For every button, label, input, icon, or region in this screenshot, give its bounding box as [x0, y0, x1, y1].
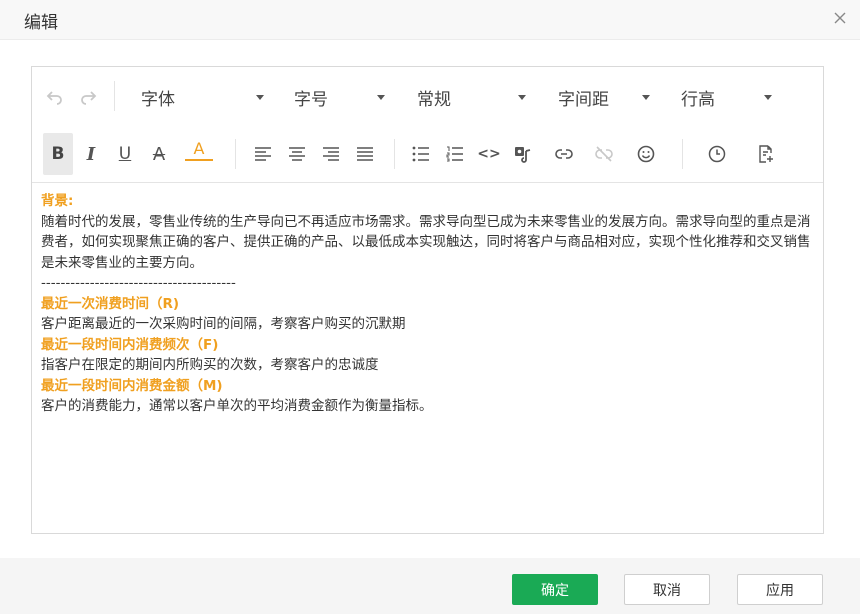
insert-media-icon[interactable]	[509, 140, 537, 168]
line-height-label: 行高	[681, 89, 715, 110]
undo-icon[interactable]	[41, 83, 69, 111]
letter-spacing-label: 字间距	[558, 89, 609, 110]
dialog-title: 编辑	[24, 13, 58, 33]
dialog-header: 编辑	[0, 0, 860, 40]
paragraph-frequency: 指客户在限定的期间内所购买的次数，考察客户的忠诚度	[41, 357, 379, 373]
toolbar-divider	[394, 139, 395, 169]
align-justify-icon[interactable]	[351, 140, 379, 168]
text-style-dropdown[interactable]: 常规	[417, 83, 530, 111]
close-icon[interactable]	[832, 10, 848, 26]
heading-frequency: 最近一段时间内消费频次（F)	[41, 336, 219, 353]
paragraph-background: 随着时代的发展，零售业传统的生产导向已不再适应市场需求。需求导向型已成为未来零售…	[41, 213, 811, 271]
emoji-icon[interactable]	[632, 140, 660, 168]
clock-icon[interactable]	[703, 140, 731, 168]
italic-button[interactable]: I	[77, 140, 105, 168]
confirm-button[interactable]: 确定	[512, 574, 598, 605]
heading-recency: 最近一次消费时间（R)	[41, 295, 180, 312]
underline-button[interactable]: U	[111, 140, 139, 168]
toolbar-row-2: B I U A A <>	[32, 125, 823, 181]
redo-icon[interactable]	[74, 83, 102, 111]
editor-content[interactable]: 背景: 随着时代的发展，零售业传统的生产导向已不再适应市场需求。需求导向型已成为…	[32, 182, 823, 534]
font-color-button[interactable]: A	[185, 139, 213, 161]
font-size-dropdown[interactable]: 字号	[294, 83, 389, 111]
font-family-dropdown[interactable]: 字体	[141, 83, 269, 111]
strikethrough-button[interactable]: A	[145, 140, 173, 168]
toolbar-divider	[235, 139, 236, 169]
paragraph-monetary: 客户的消费能力，通常以客户单次的平均消费金额作为衡量指标。	[41, 398, 433, 414]
bullet-list-icon[interactable]	[407, 140, 435, 168]
align-left-icon[interactable]	[249, 140, 277, 168]
font-family-label: 字体	[141, 89, 175, 110]
chevron-down-icon	[518, 95, 526, 100]
chevron-down-icon	[377, 95, 385, 100]
insert-field-icon[interactable]	[752, 140, 780, 168]
apply-button[interactable]: 应用	[737, 574, 823, 605]
chevron-down-icon	[256, 95, 264, 100]
line-height-dropdown[interactable]: 行高	[681, 83, 776, 111]
cancel-button[interactable]: 取消	[624, 574, 710, 605]
code-button[interactable]: <>	[475, 140, 503, 168]
align-right-icon[interactable]	[317, 140, 345, 168]
heading-monetary: 最近一段时间内消费金额（M)	[41, 377, 223, 394]
letter-spacing-dropdown[interactable]: 字间距	[558, 83, 653, 111]
chevron-down-icon	[642, 95, 650, 100]
align-center-icon[interactable]	[283, 140, 311, 168]
toolbar-divider	[114, 81, 115, 111]
chevron-down-icon	[764, 95, 772, 100]
rich-text-editor: 字体 字号 常规 字间距 行高 B I U A A <> 背景: 随着时代的发展…	[31, 66, 824, 534]
heading-background: 背景:	[41, 193, 74, 209]
numbered-list-icon[interactable]	[441, 140, 469, 168]
toolbar-divider	[682, 139, 683, 169]
toolbar-row-1: 字体 字号 常规 字间距 行高	[32, 67, 823, 125]
text-style-label: 常规	[417, 89, 451, 110]
unlink-icon[interactable]	[590, 140, 618, 168]
bold-button[interactable]: B	[43, 133, 73, 175]
font-size-label: 字号	[294, 89, 328, 110]
link-icon[interactable]	[550, 140, 578, 168]
dialog-footer: 确定 取消 应用	[0, 558, 860, 614]
divider-text: ----------------------------------------	[41, 275, 236, 291]
paragraph-recency: 客户距离最近的一次采购时间的间隔，考察客户购买的沉默期	[41, 316, 406, 332]
